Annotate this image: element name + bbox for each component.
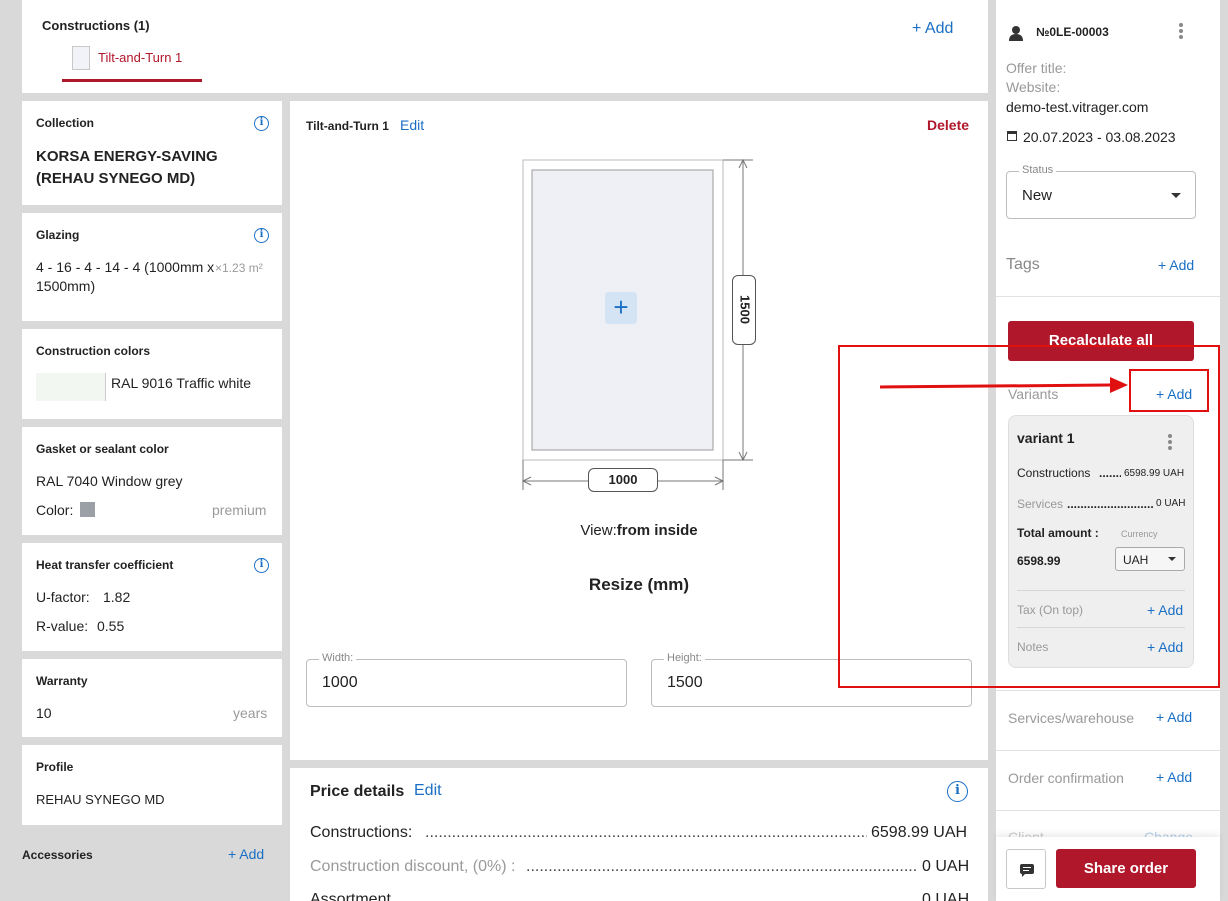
add-accessory-button[interactable]: + Add: [228, 846, 264, 862]
price-row-value: 6598.99 UAH: [871, 824, 968, 841]
price-row-label: Constructions:: [310, 824, 413, 841]
status-select[interactable]: Status New: [1006, 164, 1196, 219]
construction-tab-label: Tilt-and-Turn 1: [98, 50, 183, 65]
add-construction-button[interactable]: + Add: [912, 20, 953, 38]
construction-color-value: RAL 9016 Traffic white: [111, 375, 252, 391]
website-value: demo-test.vitrager.com: [1006, 99, 1149, 115]
edit-construction-button[interactable]: Edit: [400, 117, 424, 133]
warranty-value: 10: [36, 705, 52, 721]
construction-colors-card: Construction colors RAL 9016 Traffic whi…: [22, 329, 282, 419]
height-input-label: Height:: [664, 652, 705, 664]
construction-tab-tilt-and-turn[interactable]: Tilt-and-Turn 1: [62, 44, 202, 82]
height-dimension-value: 1500: [737, 295, 753, 324]
width-input-label: Width:: [319, 652, 357, 664]
add-tag-button[interactable]: + Add: [1158, 257, 1194, 273]
warranty-label: Warranty: [36, 674, 88, 688]
constructions-title: Constructions (1): [42, 18, 150, 33]
view-value: from inside: [616, 522, 698, 539]
width-dimension-label[interactable]: 1000: [588, 468, 658, 492]
height-dimension-label[interactable]: 1500: [732, 275, 756, 345]
accessories-label: Accessories: [22, 848, 93, 862]
order-number: №0LE-00003: [1036, 25, 1109, 39]
website-label: Website:: [1006, 79, 1061, 95]
u-factor-value: 1.82: [103, 589, 131, 605]
profile-label: Profile: [36, 760, 74, 774]
tags-label: Tags: [1006, 256, 1040, 273]
profile-value: REHAU SYNEGO MD: [36, 792, 165, 807]
add-order-confirmation-button[interactable]: + Add: [1156, 769, 1192, 785]
constructions-panel: Constructions (1) + Add Tilt-and-Turn 1: [22, 0, 988, 93]
height-input-value: 1500: [667, 674, 703, 691]
divider: [996, 296, 1220, 297]
chat-icon: [1020, 864, 1034, 877]
window-thumbnail-icon: [72, 46, 90, 70]
comments-button[interactable]: [1006, 849, 1046, 889]
sidebar-footer: Share order: [996, 837, 1220, 901]
gasket-color-card: Gasket or sealant color RAL 7040 Window …: [22, 427, 282, 535]
order-menu-icon[interactable]: [1178, 22, 1184, 42]
warranty-card: Warranty 10 years: [22, 659, 282, 737]
status-label: Status: [1019, 164, 1057, 176]
construction-color-swatch: [36, 373, 106, 401]
annotation-highlight-box: [1129, 369, 1209, 412]
price-details-title: Price details: [310, 783, 405, 800]
construction-colors-label: Construction colors: [36, 344, 151, 358]
collection-info-icon[interactable]: i: [254, 116, 269, 131]
glazing-area: ×1.23 m²: [215, 261, 263, 275]
collection-card: Collection i KORSA ENERGY-SAVING (REHAU …: [22, 101, 282, 205]
add-sash-button[interactable]: +: [605, 292, 637, 324]
collection-label: Collection: [36, 116, 95, 130]
user-icon: [1009, 26, 1023, 41]
price-row-value: 0 UAH: [922, 858, 970, 875]
annotation-arrow: [879, 377, 1128, 393]
status-value: New: [1022, 187, 1053, 204]
date-range: 20.07.2023 - 03.08.2023: [1023, 129, 1176, 145]
edit-price-button[interactable]: Edit: [414, 782, 442, 800]
view-label: View:: [580, 522, 617, 539]
width-input-value: 1000: [322, 674, 358, 691]
collection-value: KORSA ENERGY-SAVING (REHAU SYNEGO MD): [36, 148, 218, 187]
profile-card: Profile REHAU SYNEGO MD: [22, 745, 282, 825]
divider: [996, 750, 1220, 751]
price-row-label: Assortment: [310, 891, 391, 901]
share-order-button[interactable]: Share order: [1056, 849, 1196, 888]
r-value-value: 0.55: [97, 618, 125, 634]
price-row-leader: ........................................…: [425, 824, 867, 841]
heat-transfer-card: Heat transfer coefficient i U-factor: 1.…: [22, 543, 282, 651]
delete-construction-button[interactable]: Delete: [927, 117, 969, 133]
editor-title: Tilt-and-Turn 1: [306, 119, 389, 133]
services-warehouse-label: Services/warehouse: [1008, 710, 1135, 726]
gasket-color-swatch: [80, 502, 95, 517]
heat-transfer-label: Heat transfer coefficient: [36, 558, 174, 572]
price-row-leader: ........................................…: [526, 858, 918, 875]
r-value-label: R-value:: [36, 618, 89, 634]
price-details-panel: Price details Edit i Constructions: ....…: [290, 768, 988, 901]
warranty-unit: years: [233, 705, 268, 721]
glazing-value: 4 - 16 - 4 - 14 - 4 (1000mm x 1500mm): [36, 259, 215, 294]
add-service-button[interactable]: + Add: [1156, 709, 1192, 725]
gasket-color-label: Gasket or sealant color: [36, 442, 169, 456]
price-info-icon[interactable]: i: [947, 781, 968, 802]
width-input[interactable]: Width: 1000: [306, 652, 627, 707]
heat-transfer-info-icon[interactable]: i: [254, 558, 269, 573]
u-factor-label: U-factor:: [36, 589, 90, 605]
glazing-card: Glazing i 4 - 16 - 4 - 14 - 4 (1000mm x …: [22, 213, 282, 321]
gasket-color-value: RAL 7040 Window grey: [36, 473, 183, 489]
glazing-info-icon[interactable]: i: [254, 228, 269, 243]
divider: [996, 810, 1220, 811]
calendar-icon: [1007, 131, 1017, 141]
offer-title-label: Offer title:: [1006, 60, 1067, 76]
status-chevron-down-icon: [1171, 193, 1181, 198]
price-row-value: 0 UAH: [922, 891, 970, 901]
gasket-color-prefix: Color:: [36, 502, 74, 518]
gasket-premium-tag: premium: [212, 502, 267, 518]
divider: [996, 690, 1220, 691]
glazing-label: Glazing: [36, 228, 80, 242]
price-row-label: Construction discount, (0%) :: [310, 858, 516, 875]
order-confirmation-label: Order confirmation: [1008, 770, 1124, 786]
